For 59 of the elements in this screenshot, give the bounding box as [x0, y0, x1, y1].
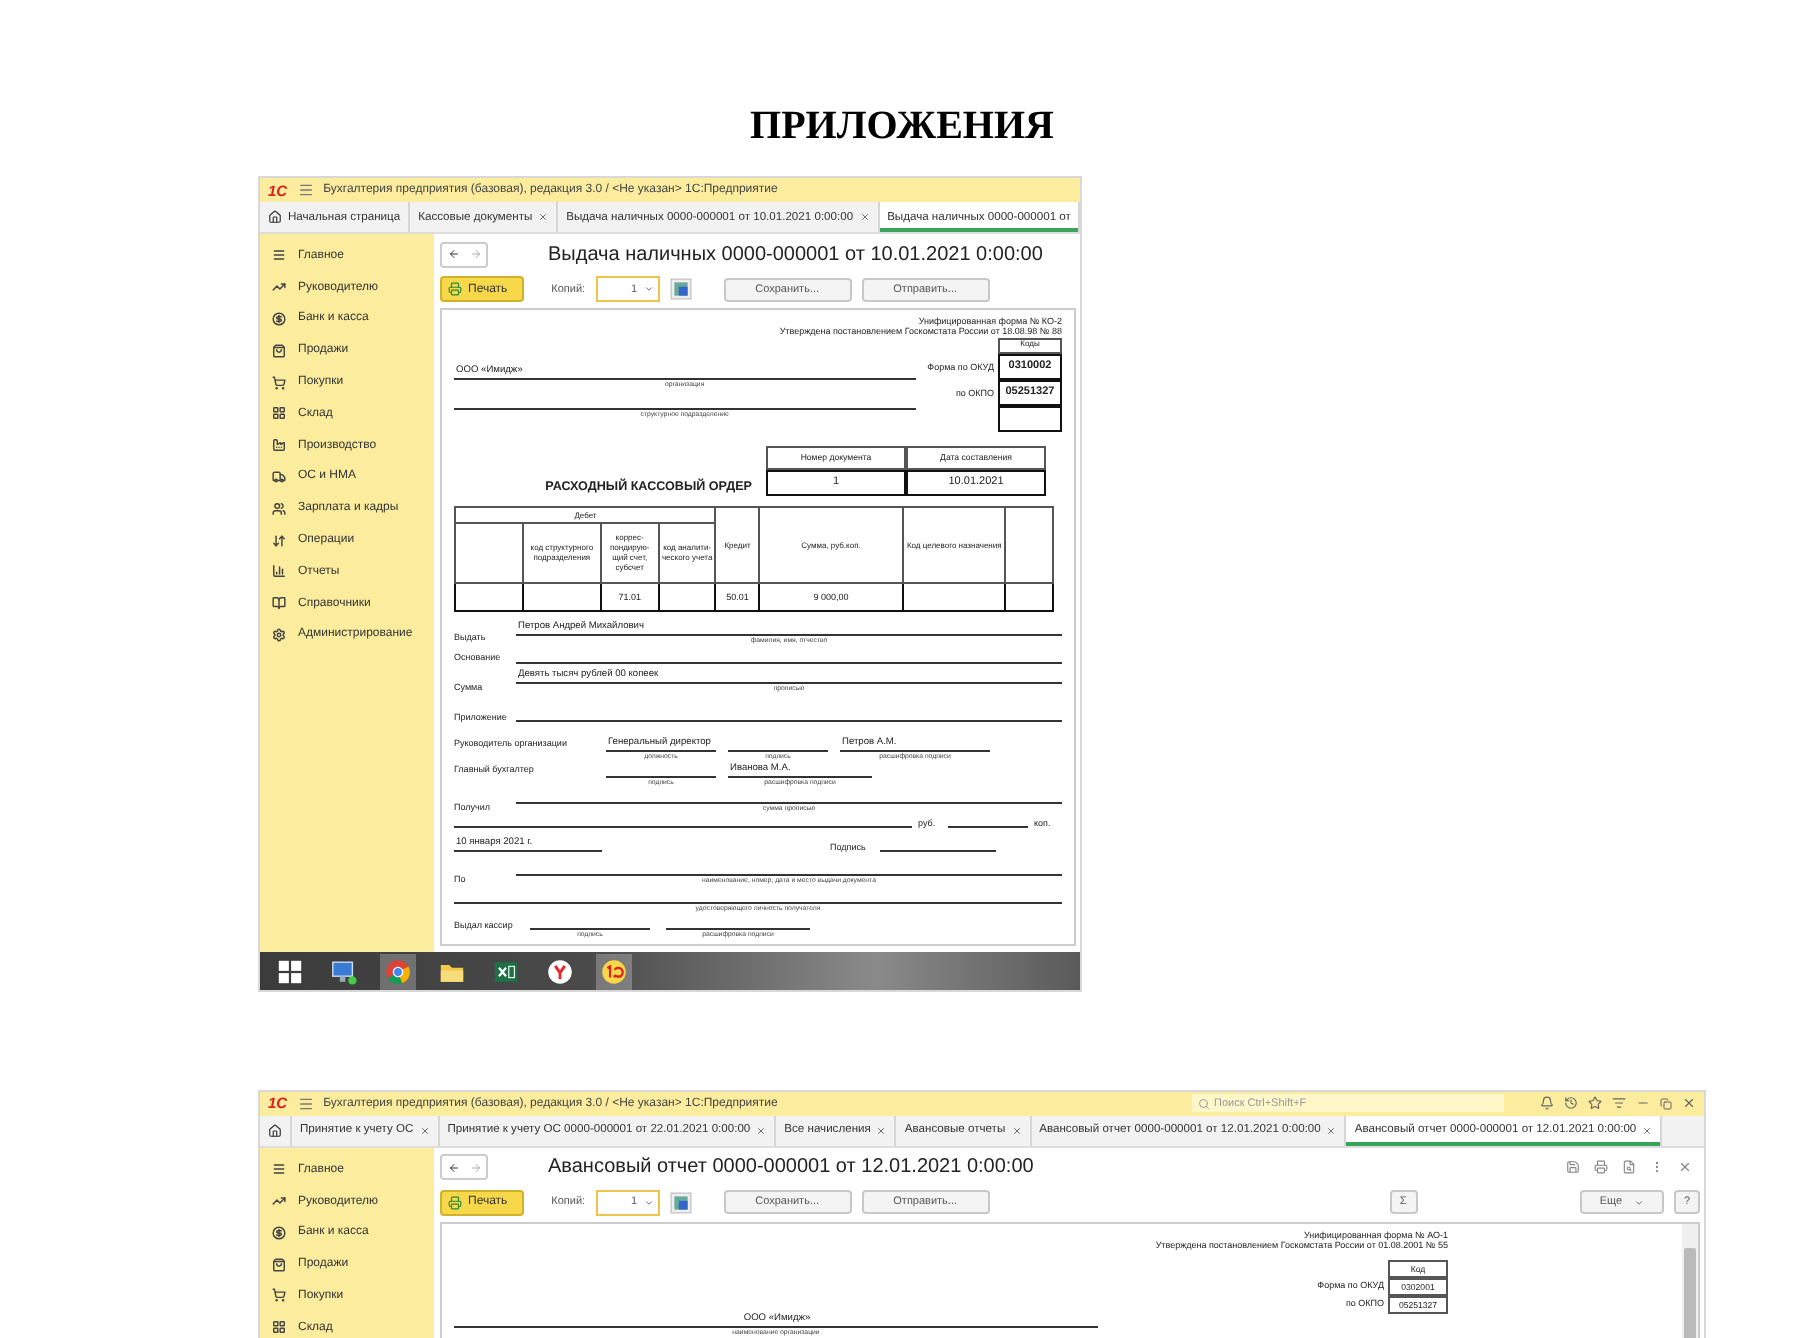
table-cell	[902, 582, 1006, 611]
table-cell	[998, 405, 1062, 432]
caret-icon	[1634, 1197, 1645, 1208]
cart-icon	[272, 1288, 286, 1303]
spinner-icon	[643, 1197, 654, 1208]
table-header	[455, 522, 523, 583]
menu-icon	[272, 248, 286, 263]
history-icon[interactable]	[1564, 1096, 1578, 1111]
coin-icon	[272, 1225, 286, 1240]
home-icon	[268, 210, 282, 224]
home-icon	[268, 1123, 282, 1138]
arrows-icon	[272, 533, 286, 548]
settings-grid-icon[interactable]	[669, 278, 692, 300]
table-header	[1005, 506, 1053, 583]
arrow-left-icon	[447, 1161, 459, 1174]
save-icon[interactable]	[1566, 1160, 1580, 1175]
people-icon	[272, 501, 286, 516]
settings-grid-icon[interactable]	[669, 1191, 692, 1214]
book-icon	[272, 596, 286, 611]
close-icon[interactable]	[1682, 1096, 1696, 1111]
factory-icon	[272, 438, 286, 453]
arrow-right-icon	[469, 248, 481, 260]
trend-icon	[272, 280, 286, 295]
table-cell	[1005, 582, 1053, 611]
spinner-icon	[643, 284, 654, 294]
coin-icon	[272, 311, 286, 326]
close-icon[interactable]	[1678, 1160, 1692, 1175]
table-cell	[522, 582, 601, 611]
search-icon	[1198, 1097, 1210, 1110]
bell-icon[interactable]	[1540, 1096, 1554, 1111]
preview-icon[interactable]	[1622, 1160, 1636, 1175]
menu-icon	[272, 1162, 286, 1177]
star-icon[interactable]	[1588, 1096, 1602, 1111]
document-title: Выдача наличных 0000-000001 от 10.01.2021 0:00:00	[548, 243, 1043, 265]
table-cell	[455, 582, 523, 611]
printer-icon	[448, 1195, 462, 1210]
browser-icon[interactable]	[380, 953, 416, 989]
restore-icon[interactable]	[1660, 1097, 1672, 1110]
heading: ПРИЛОЖЕНИЯ	[748, 104, 1056, 150]
grid-icon	[272, 406, 286, 421]
arrow-left-icon	[447, 248, 459, 260]
document-title: Авансовый отчет 0000-000001 от 12.01.2021 0:00:00	[548, 1156, 1034, 1179]
arrow-right-icon	[469, 1161, 481, 1174]
grid-icon	[272, 1320, 286, 1335]
chart-icon	[272, 564, 286, 579]
settings-icon	[272, 627, 286, 642]
filter-icon[interactable]	[1612, 1096, 1626, 1111]
table-cell	[658, 582, 716, 611]
cart-icon	[272, 375, 286, 390]
scroll-thumb[interactable]	[1684, 1247, 1696, 1338]
printer-icon	[448, 282, 462, 296]
menu-icon[interactable]	[297, 1095, 314, 1112]
menu-icon[interactable]	[297, 182, 314, 198]
bag-icon	[272, 1257, 286, 1272]
trend-icon	[272, 1194, 286, 1208]
bag-icon	[272, 343, 286, 358]
printer-icon[interactable]	[1594, 1160, 1608, 1175]
truck-icon	[272, 469, 286, 484]
app-icon[interactable]	[596, 953, 632, 989]
